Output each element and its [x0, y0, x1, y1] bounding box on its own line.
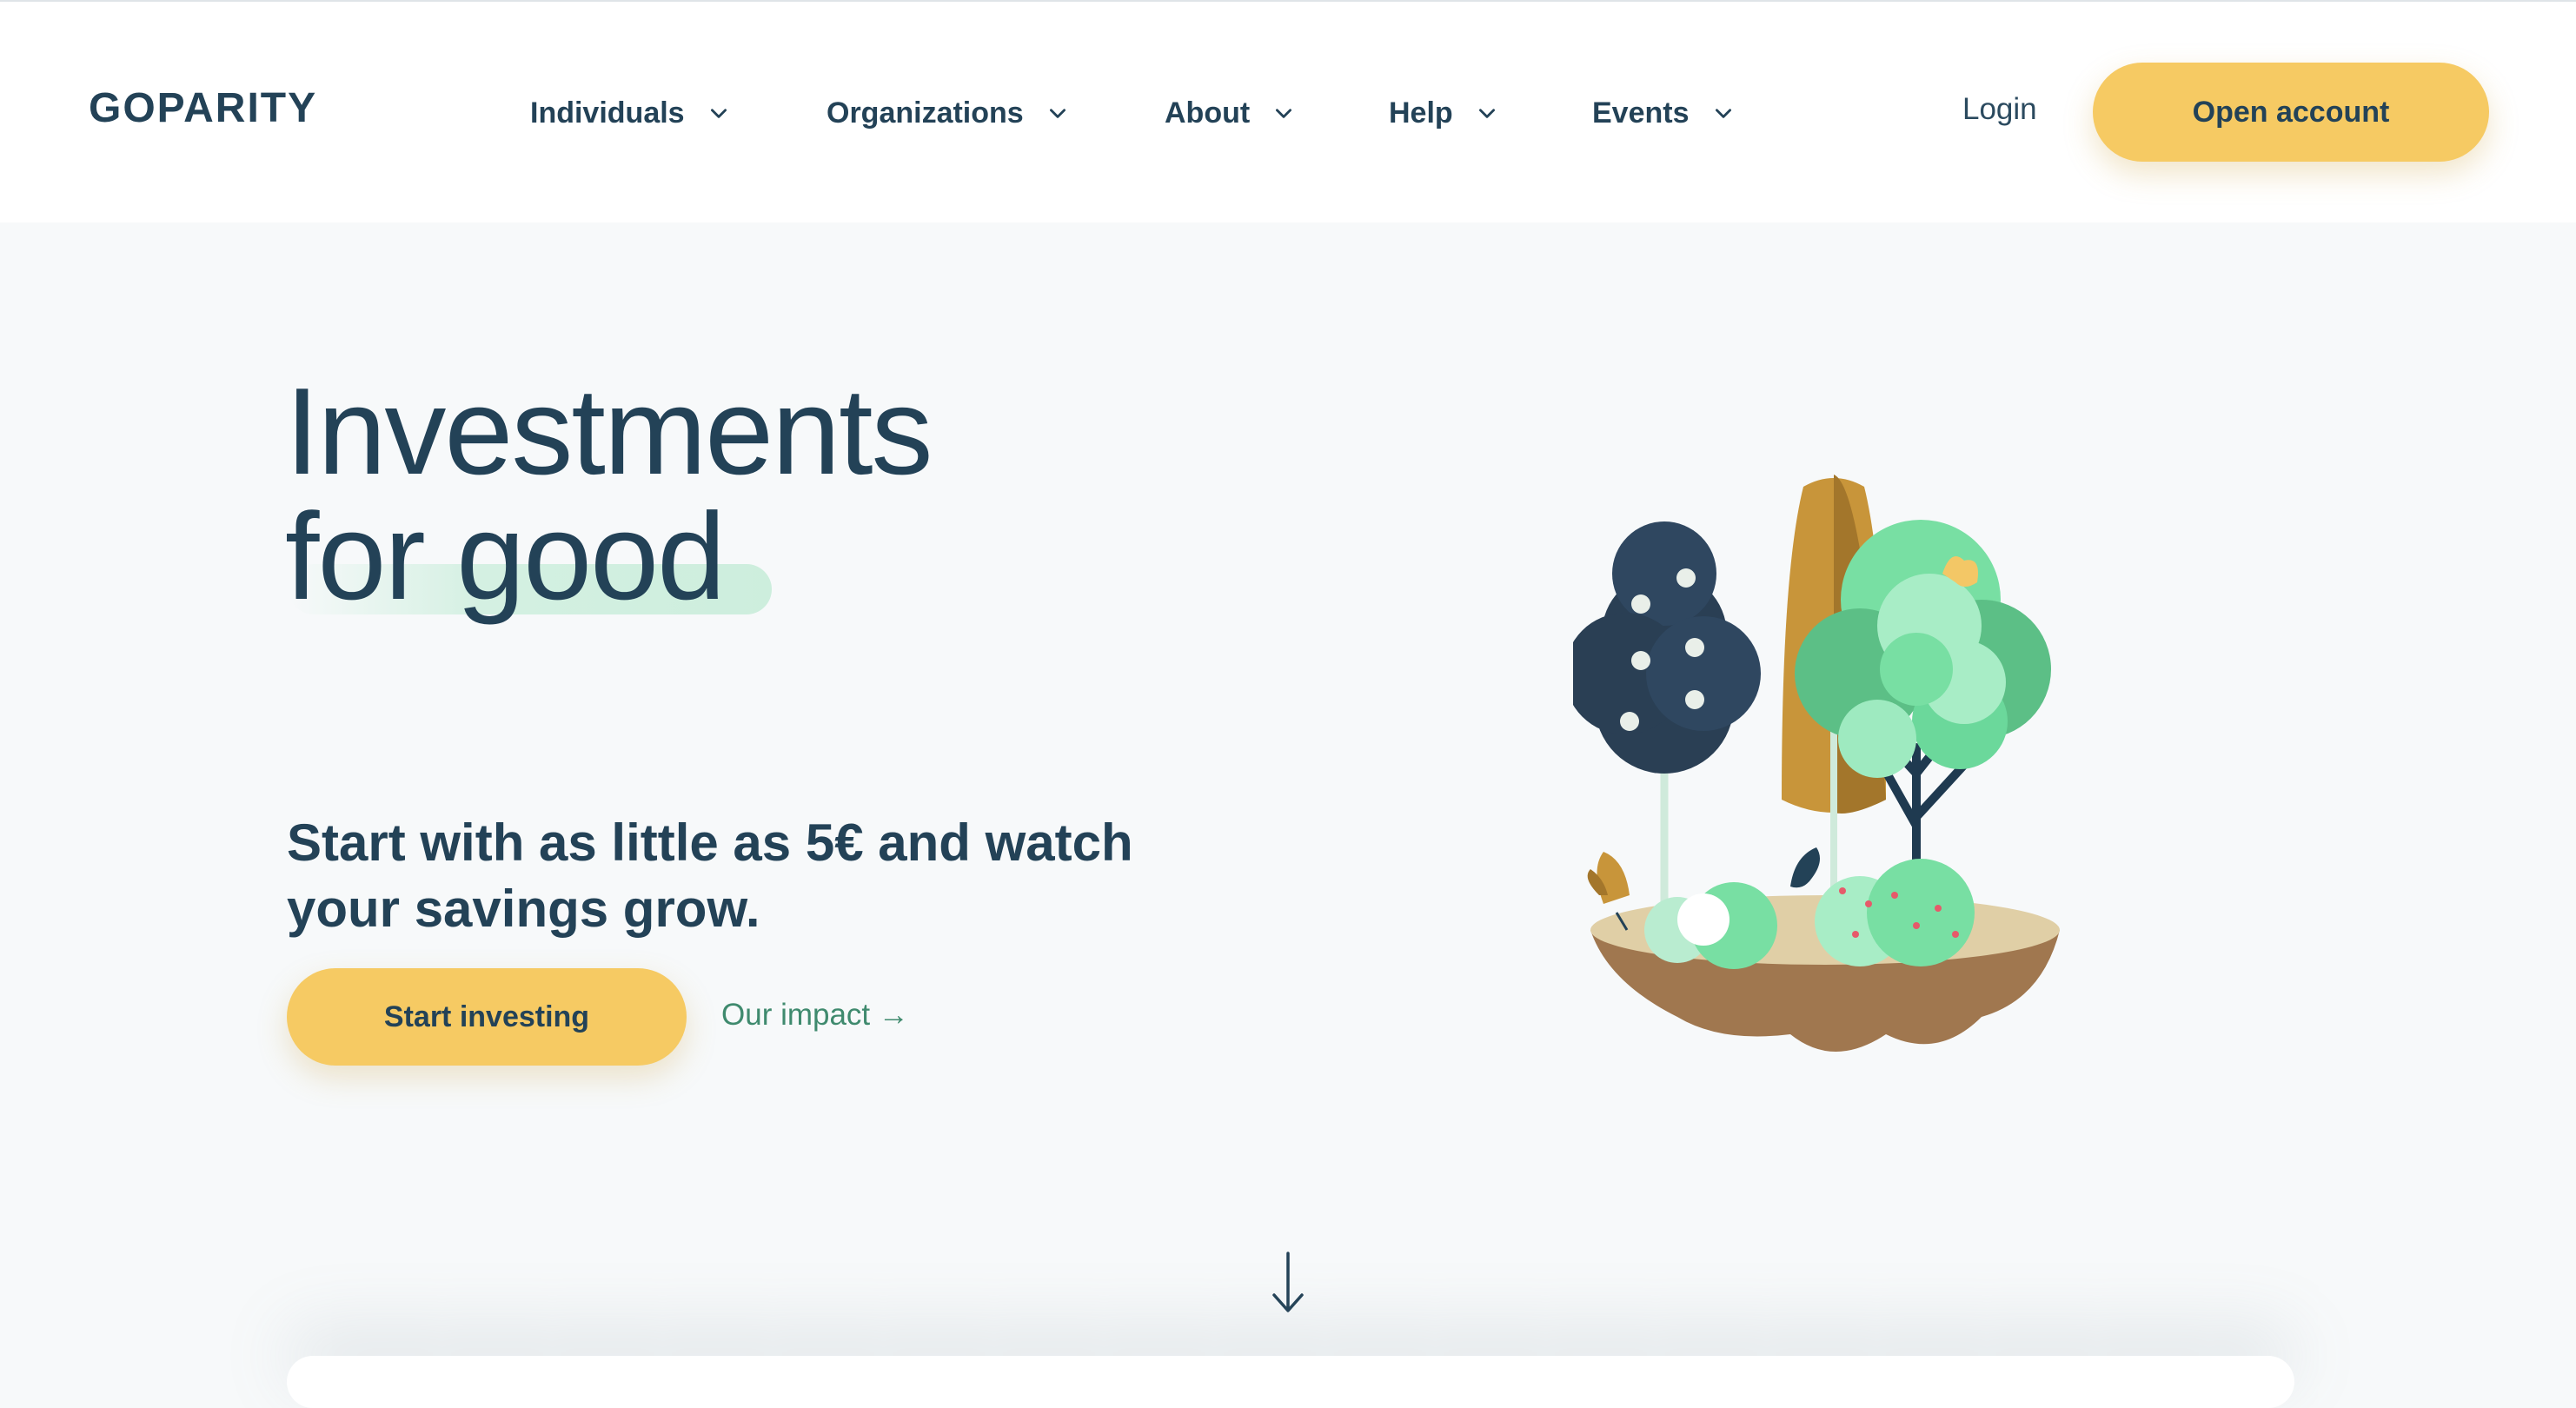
arrow-down-icon[interactable]: [1269, 1252, 1307, 1314]
chevron-down-icon: [1478, 109, 1495, 118]
login-link[interactable]: Login: [1962, 92, 2037, 127]
nav-item-organizations[interactable]: Organizations: [827, 89, 1069, 137]
nav-item-help[interactable]: Help: [1389, 89, 1498, 137]
chevron-down-icon: [710, 109, 727, 118]
hero-title-line1: Investments: [285, 362, 933, 501]
nav-item-individuals[interactable]: Individuals: [530, 89, 730, 137]
nav-item-about[interactable]: About: [1165, 89, 1295, 137]
nav-item-label: Individuals: [530, 96, 685, 130]
hero-subtitle-line2: your savings grow.: [287, 880, 760, 938]
our-impact-link[interactable]: Our impact →: [721, 998, 909, 1033]
hero-title: Investments for good: [285, 369, 1154, 620]
nav-item-label: Organizations: [827, 96, 1024, 130]
hero-subtitle-line1: Start with as little as 5€ and watch: [287, 814, 1133, 872]
hero-subtitle: Start with as little as 5€ and watch you…: [287, 810, 1286, 942]
goparity-logo[interactable]: GOPARITY: [89, 84, 317, 132]
nav-item-label: About: [1165, 96, 1251, 130]
start-investing-button[interactable]: Start investing: [287, 968, 687, 1066]
nav-item-label: Help: [1389, 96, 1453, 130]
nav-item-label: Events: [1592, 96, 1690, 130]
hero-title-line2-wrapper: for good: [285, 495, 772, 620]
hero-title-line2: for good: [285, 488, 726, 626]
site-header: GOPARITY Individuals Organizations About…: [0, 2, 2576, 222]
nav-item-events[interactable]: Events: [1592, 89, 1735, 137]
chevron-down-icon: [1049, 109, 1066, 118]
open-account-button[interactable]: Open account: [2093, 63, 2489, 162]
next-section-card: [287, 1356, 2294, 1408]
floating-island-trees-icon: [1573, 475, 2060, 1052]
chevron-down-icon: [1276, 109, 1292, 118]
chevron-down-icon: [1715, 109, 1731, 118]
